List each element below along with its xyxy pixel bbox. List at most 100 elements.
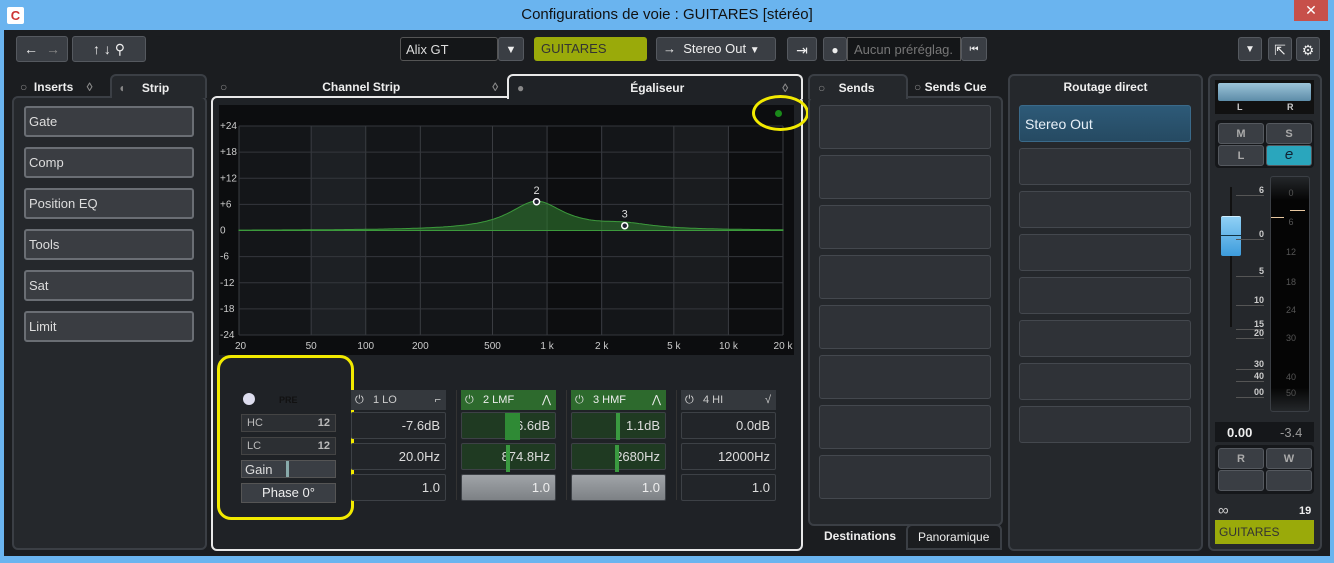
send-slot[interactable]	[819, 105, 991, 149]
band-freq-field[interactable]: 20.0Hz	[351, 443, 446, 470]
volume-value[interactable]: 0.00	[1227, 425, 1252, 440]
up-icon[interactable]: ↑	[93, 41, 100, 57]
routing-slot[interactable]	[1019, 406, 1191, 443]
meter-scale-tick: 12	[1285, 247, 1296, 257]
menu-dropdown-icon[interactable]: ▼	[1238, 37, 1262, 61]
power-icon[interactable]: ⏻	[355, 390, 364, 410]
band-freq-field[interactable]: 12000Hz	[681, 443, 776, 470]
filter-shape-icon[interactable]: ⌐	[435, 390, 441, 410]
output-selector[interactable]: → Stereo Out ▼	[656, 37, 776, 61]
channel-number: 19	[1299, 505, 1312, 517]
tab-sends-cue[interactable]: ○ Sends Cue	[914, 80, 987, 94]
band-gain-field[interactable]: 0.0dB	[681, 412, 776, 439]
routing-slot[interactable]	[1019, 320, 1191, 357]
routing-slot[interactable]	[1019, 234, 1191, 271]
x-tick-label: 200	[412, 341, 429, 352]
close-button[interactable]: ✕	[1294, 0, 1328, 21]
routing-slot[interactable]	[1019, 363, 1191, 400]
tab-inserts[interactable]: ○ Inserts ◊	[20, 80, 108, 94]
strip-item[interactable]: Tools	[24, 229, 194, 260]
link-icon[interactable]: ∞	[1218, 502, 1229, 519]
export-icon[interactable]: ⇱	[1268, 37, 1292, 61]
meter-scale-tick: 30	[1285, 333, 1296, 343]
preset-icon[interactable]: ●	[823, 37, 847, 61]
send-slot[interactable]	[819, 455, 991, 499]
routing-slot[interactable]: Stereo Out	[1019, 105, 1191, 142]
pan-bar[interactable]	[1218, 83, 1311, 101]
band-q-field[interactable]: 1.0	[461, 474, 556, 501]
filter-shape-icon[interactable]: ⋀	[542, 390, 551, 410]
output-label: Stereo Out	[683, 41, 747, 56]
routing-slot[interactable]	[1019, 277, 1191, 314]
tab-inserts-label: Inserts	[33, 80, 74, 94]
forward-icon[interactable]: →	[46, 41, 60, 57]
preset-selector[interactable]: Alix GT	[400, 37, 498, 61]
gear-icon[interactable]: ⚙	[1296, 37, 1320, 61]
preset-dropdown-icon[interactable]: ▼	[498, 37, 524, 61]
band-divider	[566, 390, 567, 500]
eq-band-label: 3	[622, 209, 628, 221]
band-q-field[interactable]: 1.0	[681, 474, 776, 501]
edit-button[interactable]: e	[1266, 145, 1312, 166]
channel-name-label[interactable]: GUITARES	[1215, 520, 1314, 544]
y-tick-label: -18	[220, 304, 235, 315]
channel-name-field[interactable]: GUITARES	[534, 37, 647, 61]
band-q-field[interactable]: 1.0	[571, 474, 666, 501]
band-header[interactable]: ⏻ 1 LO ⌐	[351, 390, 446, 410]
strip-item[interactable]: Position EQ	[24, 188, 194, 219]
eq-band-handle[interactable]	[532, 198, 541, 206]
listen-button[interactable]: L	[1218, 145, 1264, 166]
send-slot[interactable]	[819, 405, 991, 449]
filter-shape-icon[interactable]: ⋀	[652, 390, 661, 410]
band-gain-field[interactable]: -7.6dB	[351, 412, 446, 439]
strip-item[interactable]: Limit	[24, 311, 194, 342]
down-icon[interactable]: ↓	[104, 41, 111, 57]
tab-strip[interactable]: ◖ Strip	[110, 74, 207, 98]
strip-item[interactable]: Sat	[24, 270, 194, 301]
strip-item[interactable]: Gate	[24, 106, 194, 137]
mute-button[interactable]: M	[1218, 123, 1264, 144]
y-tick-label: 0	[220, 226, 226, 237]
band-header[interactable]: ⏻ 2 LMF ⋀	[461, 390, 556, 410]
send-slot[interactable]	[819, 305, 991, 349]
tab-eq[interactable]: ● Égaliseur ◊	[507, 74, 803, 99]
preset-field[interactable]: Aucun préréglag.	[847, 37, 961, 61]
routing-slot[interactable]	[1019, 148, 1191, 185]
value-indicator	[616, 413, 620, 440]
peak-value[interactable]: -3.4	[1280, 425, 1302, 440]
tab-pan[interactable]: Panoramique	[906, 524, 1002, 550]
automation-button-empty[interactable]	[1266, 470, 1312, 491]
write-automation-button[interactable]: W	[1266, 448, 1312, 469]
preset-nav-icon[interactable]: ⏮	[961, 37, 987, 61]
send-slot[interactable]	[819, 255, 991, 299]
power-icon[interactable]: ⏻	[685, 390, 694, 410]
eq-active-indicator[interactable]	[775, 110, 782, 117]
value-indicator	[506, 445, 510, 472]
strip-item-label: Comp	[29, 155, 64, 170]
send-slot[interactable]	[819, 205, 991, 249]
band-header[interactable]: ⏻ 3 HMF ⋀	[571, 390, 666, 410]
band-q-field[interactable]: 1.0	[351, 474, 446, 501]
filter-shape-icon[interactable]: √	[765, 390, 771, 410]
send-slot[interactable]	[819, 155, 991, 199]
eq-band-handle[interactable]	[620, 221, 629, 230]
automation-button-empty[interactable]	[1218, 470, 1264, 491]
eq-graph[interactable]: 20 50 100 200 500 1 k2 k5 k 10 k 20 k+24+18+12+…	[219, 105, 794, 355]
back-icon[interactable]: ←	[24, 41, 38, 57]
tab-channel-strip-label: Channel Strip	[322, 80, 401, 94]
power-icon[interactable]: ⏻	[465, 390, 474, 410]
routing-slot[interactable]	[1019, 191, 1191, 228]
band-header[interactable]: ⏻ 4 HI √	[681, 390, 776, 410]
strip-item[interactable]: Comp	[24, 147, 194, 178]
tab-sends[interactable]: ○ Sends	[808, 74, 908, 99]
read-automation-button[interactable]: R	[1218, 448, 1264, 469]
send-slot[interactable]	[819, 355, 991, 399]
routing-icon[interactable]: ⇥	[787, 37, 817, 61]
fader-scale-tick: 10	[1236, 295, 1264, 306]
tab-destinations[interactable]: Destinations	[824, 529, 896, 543]
tab-channel-strip[interactable]: ○ Channel Strip ◊	[220, 80, 505, 94]
search-icon[interactable]: ⚲	[115, 41, 125, 57]
solo-button[interactable]: S	[1266, 123, 1312, 144]
power-icon[interactable]: ⏻	[575, 390, 584, 410]
meter-scale-tick: 24	[1285, 305, 1296, 315]
